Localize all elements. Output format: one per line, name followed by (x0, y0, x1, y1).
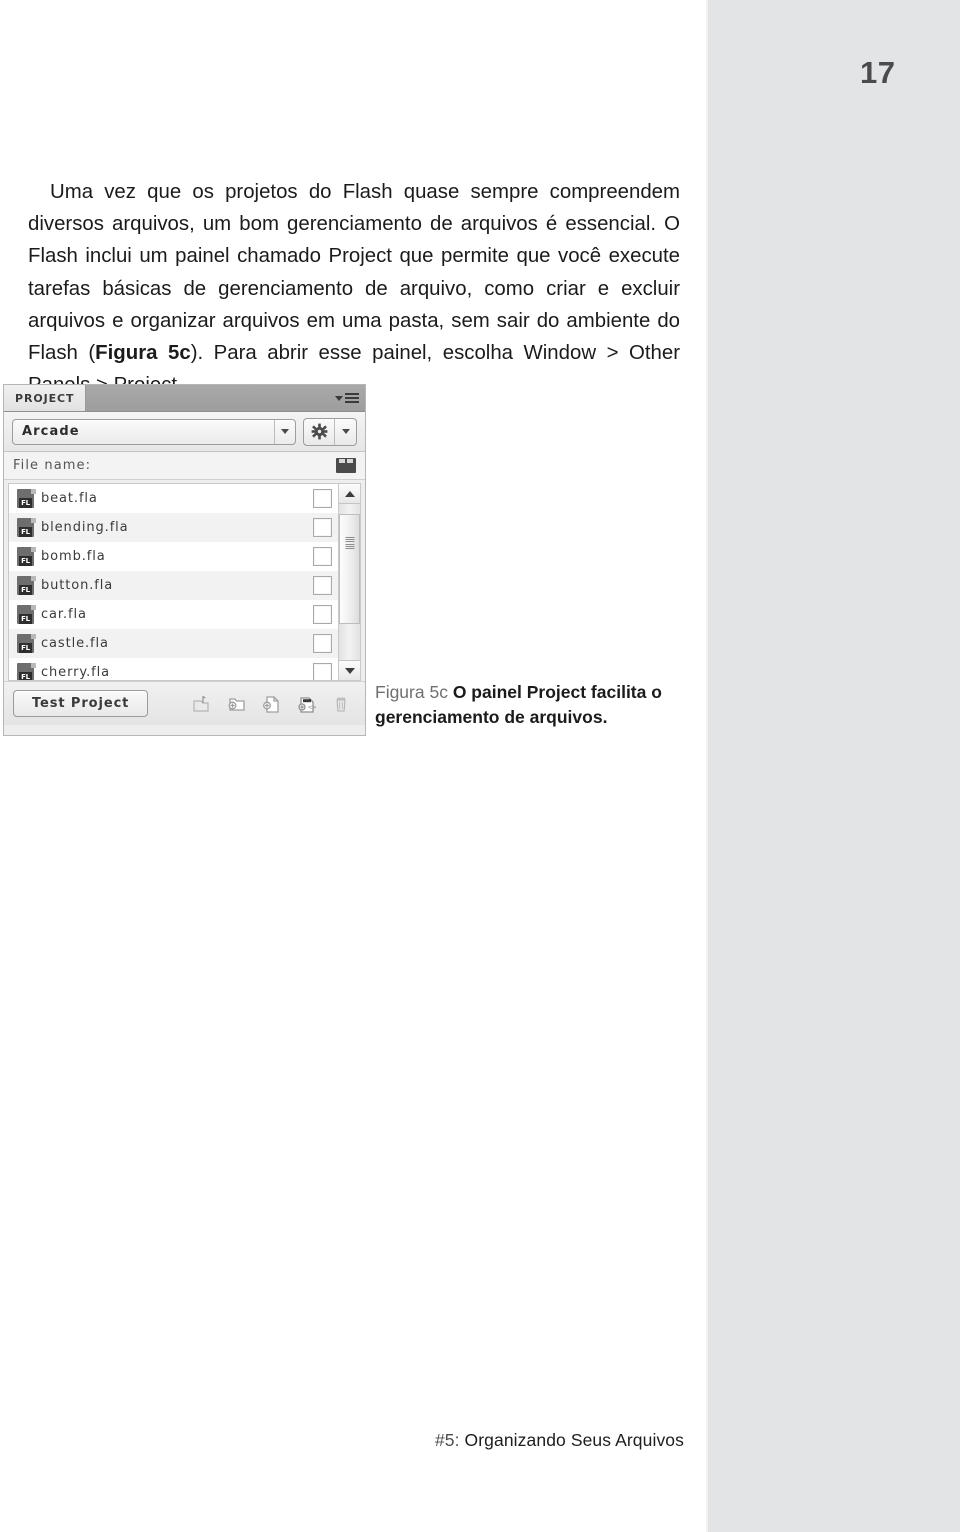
fla-file-icon: FL (17, 575, 36, 596)
flash-project-panel: PROJECT Arcade File name: FL beat.fla FL… (3, 384, 366, 736)
page-number: 17 (860, 55, 896, 90)
tab-project[interactable]: PROJECT (4, 385, 87, 411)
fla-badge-label: FL (19, 671, 32, 680)
hamburger-icon (345, 393, 359, 403)
file-name-label: castle.fla (41, 636, 109, 651)
fla-badge-label: FL (19, 526, 32, 537)
chevron-down-icon (341, 429, 350, 434)
scrollbar-thumb[interactable] (339, 514, 360, 624)
gear-icon (311, 423, 327, 440)
folder-icon[interactable] (336, 458, 356, 473)
row-checkbox[interactable] (313, 547, 332, 566)
chevron-down-icon (281, 429, 289, 434)
scroll-down-button[interactable] (339, 660, 360, 680)
project-select[interactable]: Arcade (12, 418, 296, 445)
fla-badge-label: FL (19, 613, 32, 624)
fla-file-icon: FL (17, 517, 36, 538)
file-list-container: FL beat.fla FL blending.fla FL bomb.fla … (8, 483, 361, 681)
gear-button[interactable] (304, 418, 335, 445)
triangle-up-icon (344, 490, 355, 497)
panel-tools: <> (190, 693, 356, 715)
footer-section-number: #5: (434, 1430, 460, 1450)
row-checkbox[interactable] (313, 518, 332, 537)
fla-file-icon: FL (17, 662, 36, 680)
new-class-file-icon[interactable]: <> (295, 693, 317, 715)
body-paragraph: Uma vez que os projetos do Flash quase s… (28, 176, 680, 401)
row-checkbox[interactable] (313, 576, 332, 595)
scrollbar-track[interactable] (339, 504, 360, 660)
table-row[interactable]: FL beat.fla (9, 484, 338, 513)
panel-bottom-toolbar: Test Project <> (4, 681, 365, 725)
fla-file-icon: FL (17, 546, 36, 567)
fla-file-icon: FL (17, 488, 36, 509)
page-side-band (706, 0, 960, 1532)
figure-caption-label: Figura 5c (375, 682, 448, 702)
chevron-down-icon (335, 395, 343, 401)
fla-badge-label: FL (19, 497, 32, 508)
file-name-label: bomb.fla (41, 549, 106, 564)
row-checkbox[interactable] (313, 663, 332, 680)
file-name-label: beat.fla (41, 491, 98, 506)
table-row[interactable]: FL car.fla (9, 600, 338, 629)
file-list[interactable]: FL beat.fla FL blending.fla FL bomb.fla … (9, 484, 338, 680)
fla-badge-label: FL (19, 642, 32, 653)
svg-text:<>: <> (308, 703, 316, 711)
fla-file-icon: FL (17, 604, 36, 625)
file-name-label: car.fla (41, 607, 87, 622)
new-file-icon[interactable] (260, 693, 282, 715)
fla-file-icon: FL (17, 633, 36, 654)
file-name-label: cherry.fla (41, 665, 110, 680)
footer-section-title: Organizando Seus Arquivos (464, 1430, 684, 1450)
gear-menu-arrow[interactable] (335, 419, 356, 445)
fla-badge-label: FL (19, 584, 32, 595)
vertical-scrollbar[interactable] (338, 484, 360, 680)
project-select-value: Arcade (22, 424, 80, 439)
panel-tab-strip: PROJECT (4, 385, 365, 412)
new-folder-icon[interactable] (225, 693, 247, 715)
project-settings-group (303, 417, 357, 446)
row-checkbox[interactable] (313, 605, 332, 624)
document-page: 17 Uma vez que os projetos do Flash quas… (0, 0, 960, 1532)
file-name-label: blending.fla (41, 520, 129, 535)
figure-caption: Figura 5c O painel Project facilita o ge… (375, 680, 675, 730)
table-row[interactable]: FL bomb.fla (9, 542, 338, 571)
table-row[interactable]: FL blending.fla (9, 513, 338, 542)
project-selector-row: Arcade (4, 412, 365, 452)
triangle-down-icon (344, 667, 355, 674)
paragraph-bold-ref: Figura 5c (95, 342, 191, 365)
file-name-header: File name: (4, 452, 365, 480)
fla-badge-label: FL (19, 555, 32, 566)
page-footer: #5: Organizando Seus Arquivos (0, 1430, 684, 1451)
test-project-button[interactable]: Test Project (13, 690, 149, 717)
table-row[interactable]: FL cherry.fla (9, 658, 338, 680)
row-checkbox[interactable] (313, 634, 332, 653)
scrollbar-grip-icon (345, 537, 354, 549)
panel-menu-icon[interactable] (335, 391, 359, 405)
row-checkbox[interactable] (313, 489, 332, 508)
paragraph-text: Uma vez que os projetos do Flash quase s… (28, 181, 680, 365)
add-to-project-icon[interactable] (190, 693, 212, 715)
file-name-label: button.fla (41, 578, 114, 593)
delete-icon[interactable] (330, 693, 352, 715)
table-row[interactable]: FL castle.fla (9, 629, 338, 658)
table-row[interactable]: FL button.fla (9, 571, 338, 600)
project-select-arrow[interactable] (274, 419, 295, 444)
file-name-header-label: File name: (13, 458, 92, 473)
scroll-up-button[interactable] (339, 484, 360, 504)
